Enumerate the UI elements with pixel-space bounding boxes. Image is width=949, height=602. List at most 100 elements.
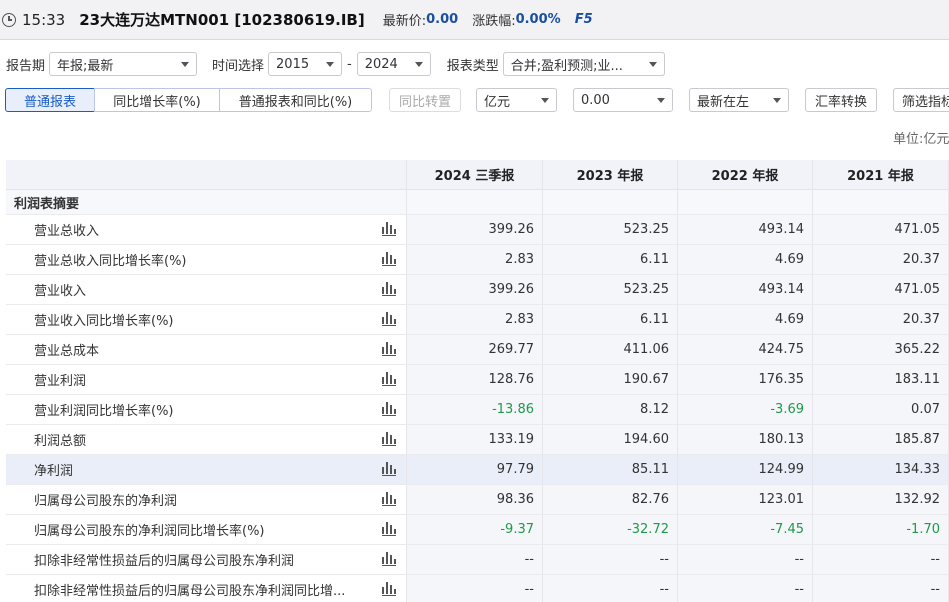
bar-chart-icon[interactable]: [382, 522, 396, 536]
table-row[interactable]: 营业收入同比增长率(%) 2.83 6.11 4.69 20.37: [6, 305, 949, 335]
value-cell: 2.83: [407, 305, 543, 335]
value-cell: 523.25: [543, 275, 678, 305]
decimal-select[interactable]: 0.00: [573, 88, 673, 112]
section-empty-cell: [678, 190, 813, 215]
table-row[interactable]: 净利润 97.79 85.11 124.99 134.33: [6, 455, 949, 485]
value-cell: 4.69: [678, 305, 813, 335]
value-cell: 424.75: [678, 335, 813, 365]
value-cell: 20.37: [813, 245, 949, 275]
report-type-label: 报表类型: [446, 58, 499, 74]
bar-chart-icon[interactable]: [382, 312, 396, 326]
value-cell: 493.14: [678, 275, 813, 305]
report-period-select[interactable]: 年报;最新: [49, 52, 198, 76]
bar-chart-icon[interactable]: [382, 552, 396, 566]
table-row[interactable]: 营业总成本 269.77 411.06 424.75 365.22: [6, 335, 949, 365]
bar-chart-icon[interactable]: [382, 342, 396, 356]
row-label-text: 归属母公司股东的净利润: [34, 494, 178, 509]
order-select[interactable]: 最新在左: [689, 88, 789, 112]
value-cell: -1.70: [813, 515, 949, 545]
f5-shortcut[interactable]: F5: [575, 12, 593, 27]
table-row[interactable]: 营业总收入同比增长率(%) 2.83 6.11 4.69 20.37: [6, 245, 949, 275]
column-header[interactable]: 2023 年报: [543, 160, 678, 190]
value-cell: 523.25: [543, 215, 678, 245]
bar-chart-icon[interactable]: [382, 492, 396, 506]
bar-chart-icon[interactable]: [382, 252, 396, 266]
bar-chart-icon[interactable]: [382, 222, 396, 236]
report-type-value: 合并;盈利预测;业...: [510, 58, 623, 74]
bar-chart-icon[interactable]: [382, 432, 396, 446]
value-cell: 132.92: [813, 485, 949, 515]
value-cell: 4.69: [678, 245, 813, 275]
section-empty-cell: [543, 190, 678, 215]
value-cell: 85.11: [543, 455, 678, 485]
unit-select[interactable]: 亿元: [476, 88, 557, 112]
tab-yoy-rate[interactable]: 同比增长率(%): [94, 88, 220, 112]
value-cell: 134.33: [813, 455, 949, 485]
table-row[interactable]: 营业收入 399.26 523.25 493.14 471.05: [6, 275, 949, 305]
value-cell: 2.83: [407, 245, 543, 275]
table-row[interactable]: 营业利润 128.76 190.67 176.35 183.11: [6, 365, 949, 395]
value-cell: -13.86: [407, 395, 543, 425]
column-header[interactable]: 2022 年报: [678, 160, 813, 190]
table-row[interactable]: 扣除非经常性损益后的归属母公司股东净利润同比增... -- -- -- --: [6, 575, 949, 602]
value-cell: 399.26: [407, 215, 543, 245]
value-cell: 176.35: [678, 365, 813, 395]
value-cell: --: [678, 545, 813, 575]
table-row[interactable]: 营业总收入 399.26 523.25 493.14 471.05: [6, 215, 949, 245]
latest-price-value: 0.00: [426, 12, 459, 27]
transpose-button[interactable]: 同比转置: [389, 88, 461, 112]
value-cell: 399.26: [407, 275, 543, 305]
row-label-text: 扣除非经常性损益后的归属母公司股东净利润: [34, 554, 295, 569]
value-cell: 190.67: [543, 365, 678, 395]
table-row[interactable]: 利润总额 133.19 194.60 180.13 185.87: [6, 425, 949, 455]
section-row: 利润表摘要: [6, 190, 949, 215]
row-label: 营业利润同比增长率(%): [6, 395, 407, 425]
bar-chart-icon[interactable]: [382, 582, 396, 596]
table-row[interactable]: 归属母公司股东的净利润 98.36 82.76 123.01 132.92: [6, 485, 949, 515]
year-to-select[interactable]: 2024: [356, 52, 431, 76]
column-header[interactable]: 2021 年报: [813, 160, 949, 190]
row-label-text: 净利润: [34, 464, 74, 479]
value-cell: 0.07: [813, 395, 949, 425]
section-empty-cell: [407, 190, 543, 215]
table-row[interactable]: 归属母公司股东的净利润同比增长率(%) -9.37 -32.72 -7.45 -1.70: [6, 515, 949, 545]
value-cell: 82.76: [543, 485, 678, 515]
change-label: 涨跌幅:: [472, 14, 516, 29]
row-label: 归属母公司股东的净利润: [6, 485, 407, 515]
value-cell: --: [407, 545, 543, 575]
value-cell: 133.19: [407, 425, 543, 455]
column-header[interactable]: 2024 三季报: [407, 160, 543, 190]
tab-normal-and-yoy[interactable]: 普通报表和同比(%): [219, 88, 372, 112]
row-label: 归属母公司股东的净利润同比增长率(%): [6, 515, 407, 545]
tab-normal-report[interactable]: 普通报表: [5, 88, 95, 112]
table-row[interactable]: 扣除非经常性损益后的归属母公司股东净利润 -- -- -- --: [6, 545, 949, 575]
value-cell: --: [543, 575, 678, 602]
table-row[interactable]: 营业利润同比增长率(%) -13.86 8.12 -3.69 0.07: [6, 395, 949, 425]
row-label: 营业总成本: [6, 335, 407, 365]
chevron-down-icon: [648, 61, 657, 67]
value-cell: 493.14: [678, 215, 813, 245]
clock-time: 15:33: [22, 10, 66, 29]
year-from-select[interactable]: 2015: [268, 52, 343, 76]
unit-label: 单位:亿元: [893, 132, 949, 147]
fx-convert-button[interactable]: 汇率转换: [805, 88, 877, 112]
row-label-text: 营业收入: [34, 284, 87, 299]
chevron-down-icon: [773, 97, 781, 103]
bar-chart-icon[interactable]: [382, 282, 396, 296]
bar-chart-icon[interactable]: [382, 402, 396, 416]
value-cell: --: [813, 545, 949, 575]
report-type-select[interactable]: 合并;盈利预测;业...: [502, 52, 665, 76]
row-label-text: 营业总成本: [34, 344, 100, 359]
row-label: 扣除非经常性损益后的归属母公司股东净利润同比增...: [6, 575, 407, 602]
filter-indicators-button[interactable]: 筛选指标: [893, 88, 949, 112]
row-label: 利润总额: [6, 425, 407, 455]
row-label-text: 营业收入同比增长率(%): [34, 314, 174, 329]
year-to-value: 2024: [364, 56, 398, 72]
value-cell: -9.37: [407, 515, 543, 545]
row-label-text: 利润总额: [34, 434, 87, 449]
value-cell: 98.36: [407, 485, 543, 515]
bar-chart-icon[interactable]: [382, 462, 396, 476]
section-empty-cell: [813, 190, 949, 215]
bar-chart-icon[interactable]: [382, 372, 396, 386]
table-header-row: 2024 三季报 2023 年报 2022 年报 2021 年报: [6, 160, 949, 190]
